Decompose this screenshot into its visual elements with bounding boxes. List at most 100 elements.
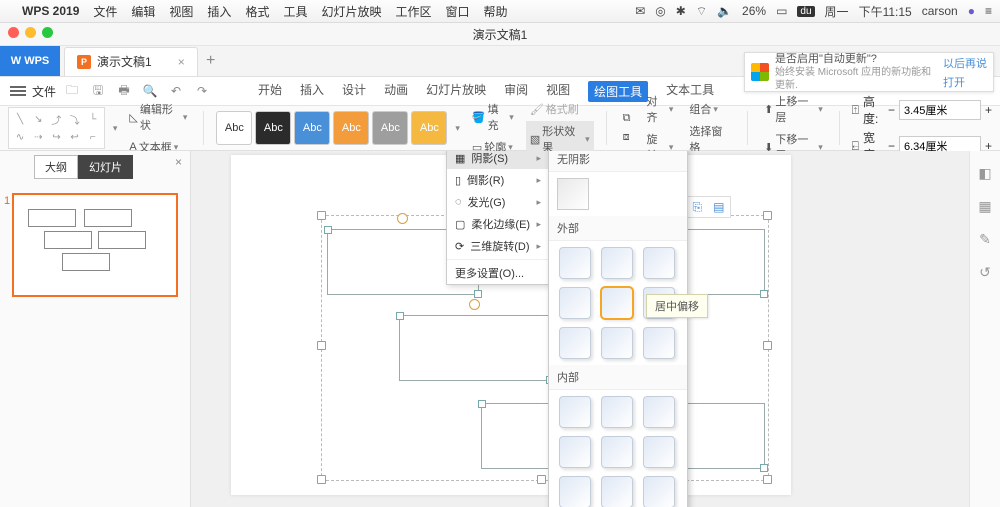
app-menu-icon[interactable] [10, 86, 26, 96]
wechat-icon[interactable]: ✉ [635, 4, 645, 18]
height-decrement-button[interactable]: − [888, 103, 895, 117]
tab-home[interactable]: 开始 [258, 81, 282, 102]
user-name[interactable]: carson [922, 4, 958, 18]
status-dot-icon[interactable]: ● [968, 4, 975, 18]
style-preset-5[interactable]: Abc [372, 111, 408, 145]
height-increment-button[interactable]: + [985, 103, 992, 117]
fill-button[interactable]: 🪣填充▾ [468, 99, 518, 135]
tab-animation[interactable]: 动画 [384, 81, 408, 102]
shape-rect[interactable] [683, 229, 765, 295]
ungroup-icon-button[interactable]: ⧈ [619, 129, 635, 146]
wifi-icon[interactable]: ⌔ [696, 4, 707, 19]
shadow-preset[interactable] [601, 327, 633, 359]
outline-tab[interactable]: 大纲 [34, 155, 78, 179]
panel-close-button[interactable]: × [175, 155, 182, 169]
new-tab-button[interactable]: + [198, 52, 224, 70]
open-icon[interactable]: 🗀 [62, 81, 82, 101]
menu-workspace[interactable]: 工作区 [395, 3, 431, 20]
shadow-preset[interactable] [643, 396, 675, 428]
shape-gallery[interactable]: ╲↘⤴⤵└ ∿⇢↪↩⌐ [8, 107, 105, 149]
banner-later-button[interactable]: 以后再说 [943, 55, 987, 71]
menu-shadow[interactable]: ▦阴影(S)▸ [447, 151, 549, 169]
menu-slideshow[interactable]: 幻灯片放映 [321, 3, 381, 20]
format-painter-button[interactable]: 🖌格式刷 [526, 99, 594, 119]
slide-thumbnail[interactable]: 1 [12, 193, 178, 297]
history-icon[interactable]: ↺ [979, 264, 991, 281]
tab-drawing-tools[interactable]: 绘图工具 [588, 81, 648, 102]
slides-tab[interactable]: 幻灯片 [78, 155, 133, 179]
tab-design[interactable]: 设计 [342, 81, 366, 102]
shadow-preset[interactable] [601, 396, 633, 428]
app-name[interactable]: WPS 2019 [22, 4, 79, 18]
group-button[interactable]: 组合▾ [685, 99, 735, 119]
shadow-preset[interactable] [643, 327, 675, 359]
menu-help[interactable]: 帮助 [484, 3, 508, 20]
banner-open-button[interactable]: 打开 [943, 74, 987, 90]
shadow-preset-center[interactable] [601, 287, 633, 319]
menu-glow[interactable]: ◌发光(G)▸ [447, 191, 549, 213]
shadow-preset[interactable] [601, 476, 633, 507]
menu-more-settings[interactable]: 更多设置(O)... [447, 262, 549, 284]
style-preset-3[interactable]: Abc [294, 111, 330, 145]
no-shadow-option[interactable] [557, 178, 589, 210]
menu-soft-edges[interactable]: ▢柔化边缘(E)▸ [447, 213, 549, 235]
edit-shape-button[interactable]: ◺编辑形状▾ [125, 99, 191, 135]
airplay-icon[interactable]: ◎ [655, 4, 665, 18]
align-button[interactable]: 对齐▾ [642, 91, 677, 127]
shadow-preset[interactable] [643, 476, 675, 507]
properties-icon[interactable]: ◧ [978, 165, 991, 182]
file-menu[interactable]: 文件 [32, 83, 56, 100]
battery-icon[interactable]: ▭ [776, 4, 787, 18]
menu-extra-icon[interactable]: ≡ [985, 4, 992, 18]
shadow-preset[interactable] [643, 436, 675, 468]
style-preset-2[interactable]: Abc [255, 111, 291, 145]
menu-3d-rotation[interactable]: ⟳三维旋转(D)▸ [447, 235, 549, 257]
shadow-preset[interactable] [559, 247, 591, 279]
shape-rect[interactable] [399, 315, 551, 381]
menu-reflection[interactable]: ▯倒影(R)▸ [447, 169, 549, 191]
tool-icon[interactable]: ▤ [713, 200, 724, 214]
close-tab-button[interactable]: × [178, 55, 185, 69]
tab-insert[interactable]: 插入 [300, 81, 324, 102]
shape-gallery-more-icon[interactable]: ▾ [113, 123, 118, 134]
style-gallery-more-icon[interactable]: ▾ [455, 123, 460, 134]
wps-home-tab[interactable]: W WPS [0, 46, 60, 76]
menu-edit[interactable]: 编辑 [131, 3, 155, 20]
shadow-preset[interactable] [559, 396, 591, 428]
menu-file[interactable]: 文件 [93, 3, 117, 20]
document-tab[interactable]: P 演示文稿1 × [64, 47, 198, 76]
menu-view[interactable]: 视图 [169, 3, 193, 20]
style-preset-6[interactable]: Abc [411, 111, 447, 145]
height-input[interactable] [899, 100, 981, 120]
menu-format[interactable]: 格式 [245, 3, 269, 20]
style-preset-1[interactable]: Abc [216, 111, 252, 145]
shadow-preset[interactable] [559, 476, 591, 507]
shadow-preset[interactable] [559, 327, 591, 359]
shadow-preset[interactable] [559, 436, 591, 468]
slide-canvas[interactable]: ⊞ ≋ ⎘ ▤ ▦阴影(S)▸ ▯倒影(R)▸ ◌发光(G)▸ ▢柔化边缘(E)… [191, 151, 969, 507]
shape-style-gallery[interactable]: Abc Abc Abc Abc Abc Abc [216, 111, 447, 145]
group-icon-button[interactable]: ⧉ [619, 110, 635, 127]
menu-insert[interactable]: 插入 [207, 3, 231, 20]
close-window-button[interactable] [8, 27, 19, 38]
minimize-window-button[interactable] [25, 27, 36, 38]
bring-forward-button[interactable]: ⬆上移一层▾ [760, 91, 827, 127]
style-preset-4[interactable]: Abc [333, 111, 369, 145]
zoom-window-button[interactable] [42, 27, 53, 38]
shadow-preset[interactable] [601, 247, 633, 279]
du-icon[interactable]: du [797, 6, 814, 17]
tool-icon[interactable]: ⎘ [693, 200, 703, 215]
preview-icon[interactable]: 🔍 [140, 81, 160, 101]
print-icon[interactable]: 🖶 [114, 81, 134, 101]
menu-tools[interactable]: 工具 [283, 3, 307, 20]
shadow-preset[interactable] [559, 287, 591, 319]
redo-icon[interactable]: ↷ [192, 81, 212, 101]
animation-pane-icon[interactable]: ▦ [978, 198, 991, 215]
shadow-preset[interactable] [643, 247, 675, 279]
bluetooth-icon[interactable]: ✱ [676, 4, 686, 18]
undo-icon[interactable]: ↶ [166, 81, 186, 101]
shadow-preset[interactable] [601, 436, 633, 468]
save-icon[interactable]: 🖫 [88, 81, 108, 101]
volume-icon[interactable]: 🔈 [717, 4, 732, 18]
menu-window[interactable]: 窗口 [446, 3, 470, 20]
